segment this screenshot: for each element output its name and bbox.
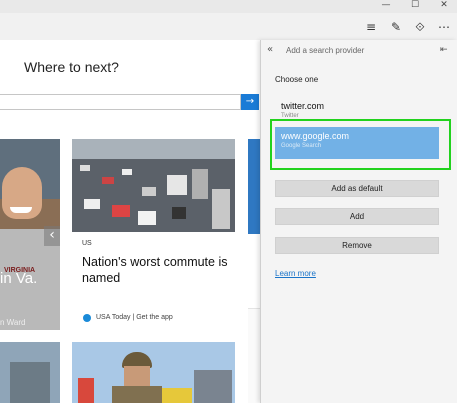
left-card-caption: in Va. [0, 270, 38, 287]
choose-label: Choose one [275, 75, 319, 84]
add-as-default-button[interactable]: Add as default [275, 180, 439, 197]
provider-name: twitter.com [281, 101, 325, 111]
selection-highlight [270, 119, 451, 170]
close-button[interactable]: ✕ [434, 0, 454, 13]
news-card-bottom-image[interactable] [72, 342, 235, 403]
maximize-button[interactable]: ☐ [405, 0, 425, 13]
learn-more-link[interactable]: Learn more [275, 269, 316, 278]
page-heading: Where to next? [24, 59, 119, 75]
panel-title: Add a search provider [286, 46, 365, 55]
left-card-subcaption: n Ward [0, 318, 26, 327]
add-button[interactable]: Add [275, 208, 439, 225]
remove-button[interactable]: Remove [275, 237, 439, 254]
news-card-bottom-left-image[interactable] [0, 342, 60, 403]
title-bar: — ☐ ✕ [0, 0, 457, 13]
news-card-image-traffic[interactable] [72, 139, 235, 232]
search-input[interactable] [0, 94, 241, 110]
browser-toolbar: ≡ ✎ ⟐ ⋯ [0, 13, 457, 40]
news-source[interactable]: USA Today | Get the app [96, 314, 173, 321]
news-card-right-image[interactable] [248, 139, 260, 234]
news-category[interactable]: US [82, 240, 92, 247]
source-icon [83, 314, 91, 322]
pin-panel-icon[interactable]: ⇤ [440, 45, 448, 55]
news-headline[interactable]: Nation's worst commute is named [82, 254, 232, 286]
carousel-prev-button[interactable]: ‹ [44, 226, 60, 246]
news-card-right-lower[interactable] [248, 308, 260, 403]
more-icon[interactable]: ⋯ [437, 20, 451, 34]
search-go-button[interactable]: → [241, 94, 259, 110]
minimize-button[interactable]: — [376, 0, 396, 13]
back-icon[interactable]: « [267, 44, 273, 55]
share-icon[interactable]: ⟐ [413, 20, 427, 34]
web-note-icon[interactable]: ✎ [389, 20, 403, 34]
hub-icon[interactable]: ≡ [364, 20, 378, 34]
